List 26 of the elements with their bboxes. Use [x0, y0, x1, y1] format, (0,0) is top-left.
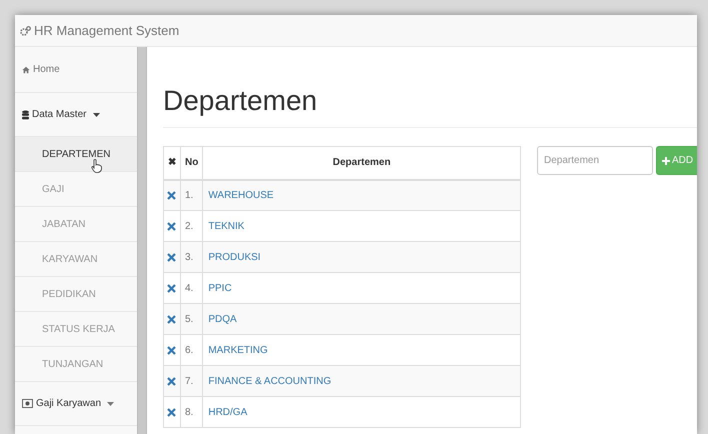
column-header: Departemen [202, 146, 520, 180]
department-input[interactable]: Departemen [537, 146, 653, 175]
delete-icon[interactable] [167, 190, 176, 200]
delete-icon[interactable] [167, 252, 176, 262]
column-header: ✖ [164, 146, 180, 180]
column-header: No [180, 146, 203, 180]
submenu-item[interactable]: DEPARTEMEN [15, 137, 137, 172]
hand-pointer-icon [91, 159, 102, 173]
delete-icon[interactable] [167, 346, 176, 354]
delete-icon[interactable] [167, 408, 176, 416]
window-title: HR Management System [34, 22, 180, 40]
caret-icon [107, 402, 114, 406]
delete-icon[interactable] [167, 376, 176, 386]
delete-icon[interactable] [167, 284, 176, 292]
plus-icon [662, 156, 670, 164]
delete-icon[interactable] [167, 314, 176, 324]
delete-icon[interactable] [167, 222, 176, 230]
database-icon [22, 110, 29, 120]
department-link[interactable]: HRD/GA [202, 396, 520, 428]
page-title: Departemen [163, 87, 697, 128]
money-icon [22, 399, 33, 408]
home-icon [22, 66, 30, 74]
add-button[interactable]: ADD [656, 146, 697, 175]
caret-icon [93, 112, 100, 116]
table-cell: 8. [180, 396, 203, 428]
gears-icon [20, 26, 31, 36]
